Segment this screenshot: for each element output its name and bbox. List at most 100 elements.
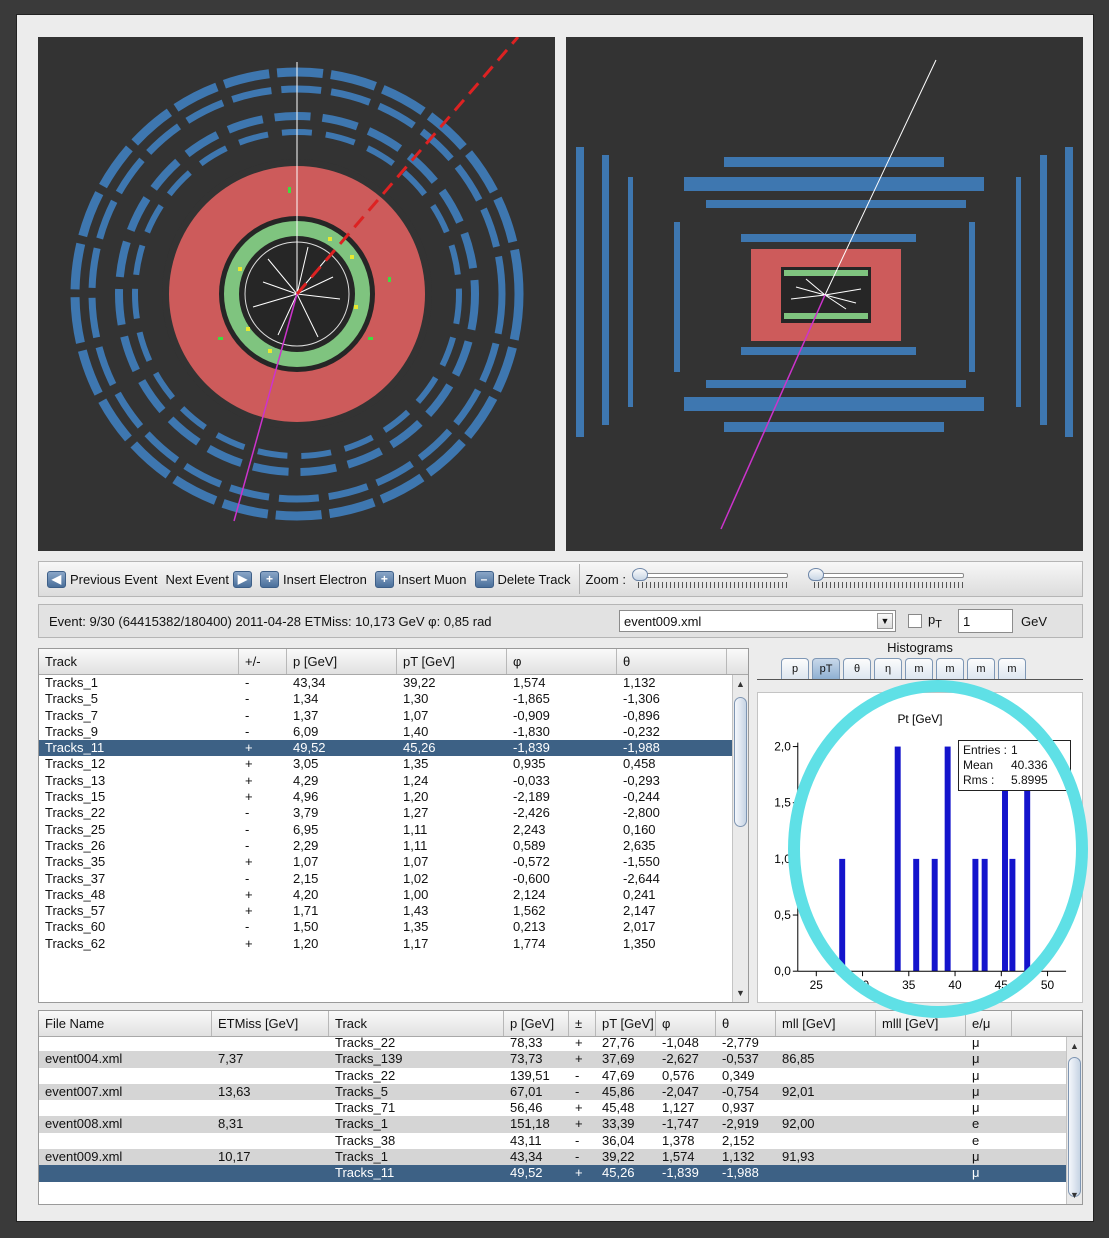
scroll-down-icon[interactable]: ▼	[1067, 1188, 1082, 1202]
y-tick-label: 0,5	[774, 908, 791, 922]
table-cell: Tracks_62	[45, 935, 106, 951]
table-cell: 3,05	[293, 756, 319, 772]
event-file-select[interactable]: event009.xml ▼	[619, 610, 896, 632]
tracks-scrollbar[interactable]: ▲ ▼	[732, 675, 748, 1002]
table-row[interactable]: Tracks_60 - 1,50 1,35 0,213 2,017	[39, 919, 748, 935]
table-cell: -	[245, 919, 250, 935]
histogram-tab[interactable]: p	[781, 658, 809, 679]
table-row[interactable]: event007.xml 13,63 Tracks_5 67,01 - 45,86 -2,0…	[39, 1083, 1082, 1101]
insert-electron-button[interactable]: + Insert Electron	[260, 570, 367, 588]
table-row[interactable]: Tracks_11 49,52 +45,26 -1,839 -1,988 μ	[39, 1165, 1082, 1182]
table-row[interactable]: Tracks_13 +4,29 1,24 -0,033 -0,293	[39, 773, 748, 789]
scroll-up-icon[interactable]: ▲	[1067, 1039, 1082, 1053]
table-row[interactable]: Tracks_25 - 6,95 1,11 2,243 0,160	[39, 822, 748, 838]
event-toolbar: ◀ Previous Event Next Event ▶ + Insert E…	[38, 561, 1083, 597]
event-summary-table: File Name ETMiss [GeV] Track p [GeV] ± pT [Ge…	[38, 1010, 1083, 1205]
slider-thumb[interactable]	[631, 568, 648, 581]
table-row[interactable]: Tracks_38 43,11 - 36,04 1,378 2,152 e	[39, 1133, 1082, 1149]
table-cell: -2,779	[722, 1035, 759, 1050]
column-header[interactable]: φ	[507, 649, 617, 674]
table-row[interactable]: Tracks_5 - 1,34 1,30 -1,865 -1,306	[39, 691, 748, 707]
table-cell: -	[245, 691, 250, 707]
insert-muon-button[interactable]: + Insert Muon	[374, 570, 467, 588]
detector-view-longitudinal[interactable]	[566, 37, 1083, 551]
column-header[interactable]: pT [GeV]	[397, 649, 507, 674]
table-row[interactable]: Tracks_9 - 6,09 1,40 -1,830 -0,232	[39, 724, 748, 740]
table-row[interactable]: Tracks_22 - 3,79 1,27 -2,426 -2,800	[39, 805, 748, 821]
column-header[interactable]: φ	[656, 1011, 716, 1036]
table-cell	[39, 1035, 212, 1051]
table-cell: 1,35	[403, 919, 429, 935]
column-header[interactable]: File Name	[39, 1011, 212, 1036]
plus-icon: +	[260, 570, 280, 588]
tracks-table: Track +/- p [GeV] pT [GeV] φ θ Tracks_1 - 43,34…	[38, 648, 749, 1003]
table-cell: Tracks_38	[335, 1132, 396, 1148]
table-row[interactable]: Tracks_35 +1,07 1,07 -0,572 -1,550	[39, 854, 748, 870]
table-row[interactable]: Tracks_48 +4,20 1,00 2,124 0,241	[39, 887, 748, 903]
column-header[interactable]: p [GeV]	[287, 649, 397, 674]
table-row[interactable]: event009.xml 10,17 Tracks_1 43,34 - 39,22 1,57…	[39, 1149, 1082, 1166]
column-header[interactable]: mll [GeV]	[776, 1011, 876, 1036]
next-event-button[interactable]: Next Event ▶	[165, 570, 253, 588]
column-header[interactable]: θ	[617, 649, 727, 674]
histogram-tab[interactable]: θ	[843, 658, 871, 679]
table-row[interactable]: Tracks_26 - 2,29 1,11 0,589 2,635	[39, 838, 748, 854]
table-cell: Tracks_5	[45, 691, 98, 707]
pt-cut-checkbox[interactable]	[908, 614, 922, 628]
event-info-bar: Event: 9/30 (64415382/180400) 2011-04-28…	[38, 604, 1083, 638]
histogram-tab[interactable]: m	[936, 658, 964, 679]
column-header[interactable]: mlll [GeV]	[876, 1011, 966, 1036]
column-header[interactable]: e/μ	[966, 1011, 1012, 1036]
x-tick-label: 40	[948, 978, 962, 992]
table-row[interactable]: Tracks_7 - 1,37 1,07 -0,909 -0,896	[39, 708, 748, 724]
table-cell: 139,51	[510, 1067, 550, 1083]
zoom-slider-longitudinal[interactable]	[807, 567, 970, 591]
table-row[interactable]: Tracks_15 +4,96 1,20 -2,189 -0,244	[39, 789, 748, 805]
scrollbar-knob[interactable]	[1068, 1057, 1081, 1197]
table-cell: μ	[972, 1051, 980, 1067]
longitudinal-event-display	[576, 59, 1073, 530]
column-header[interactable]: θ	[716, 1011, 776, 1036]
column-header[interactable]: Track	[39, 649, 239, 674]
table-row[interactable]: event004.xml 7,37 Tracks_139 73,73 +37,69 -2,…	[39, 1051, 1082, 1068]
scroll-down-icon[interactable]: ▼	[733, 986, 748, 1000]
chevron-down-icon[interactable]: ▼	[877, 613, 893, 629]
table-row[interactable]: Tracks_62 +1,20 1,17 1,774 1,350	[39, 936, 748, 952]
table-row[interactable]: Tracks_37 - 2,15 1,02 -0,600 -2,644	[39, 871, 748, 887]
column-header[interactable]: ±	[569, 1011, 596, 1036]
table-cell: μ	[972, 1100, 980, 1116]
table-cell	[876, 1165, 966, 1181]
histogram-tab[interactable]: η	[874, 658, 902, 679]
column-header[interactable]: pT [GeV]	[596, 1011, 656, 1036]
slider-thumb[interactable]	[807, 568, 824, 581]
table-cell: 2,017	[623, 919, 656, 935]
column-header[interactable]: p [GeV]	[504, 1011, 569, 1036]
table-row[interactable]: Tracks_11 +49,52 45,26 -1,839 -1,988	[39, 740, 748, 757]
histogram-tab[interactable]: m	[967, 658, 995, 679]
table-cell: -0,572	[513, 854, 550, 870]
zoom-slider-transverse[interactable]	[631, 567, 794, 591]
histogram-tab[interactable]: m	[998, 658, 1026, 679]
column-header[interactable]: Track	[329, 1011, 504, 1036]
scroll-up-icon[interactable]: ▲	[733, 677, 748, 691]
table-row[interactable]: Tracks_71 56,46 +45,48 1,127 0,937 μ	[39, 1100, 1082, 1116]
column-header[interactable]: +/-	[239, 649, 287, 674]
summary-scrollbar[interactable]: ▲ ▼	[1066, 1037, 1082, 1204]
table-cell: Tracks_11	[45, 740, 105, 756]
column-header[interactable]: ETMiss [GeV]	[212, 1011, 329, 1036]
table-row[interactable]: Tracks_1 - 43,34 39,22 1,574 1,132	[39, 675, 748, 691]
table-row[interactable]: Tracks_22 139,51 - 47,69 0,576 0,349 μ	[39, 1068, 1082, 1084]
table-row[interactable]: Tracks_57 +1,71 1,43 1,562 2,147	[39, 903, 748, 919]
table-cell: 0,213	[513, 919, 546, 935]
table-row[interactable]: event008.xml 8,31 Tracks_1 151,18 +33,39 -1,7…	[39, 1116, 1082, 1133]
delete-track-button[interactable]: – Delete Track	[474, 570, 571, 588]
table-row[interactable]: Tracks_22 78,33 +27,76 -1,048 -2,779 μ	[39, 1035, 1082, 1051]
detector-view-transverse[interactable]	[38, 37, 555, 551]
zoom-label: Zoom :	[585, 571, 626, 587]
histogram-tab[interactable]: m	[905, 658, 933, 679]
pt-cut-input[interactable]: 1	[958, 609, 1013, 633]
previous-event-button[interactable]: ◀ Previous Event	[47, 570, 157, 588]
scrollbar-knob[interactable]	[734, 697, 747, 827]
histogram-tab[interactable]: pT	[812, 658, 840, 679]
table-row[interactable]: Tracks_12 +3,05 1,35 0,935 0,458	[39, 756, 748, 772]
